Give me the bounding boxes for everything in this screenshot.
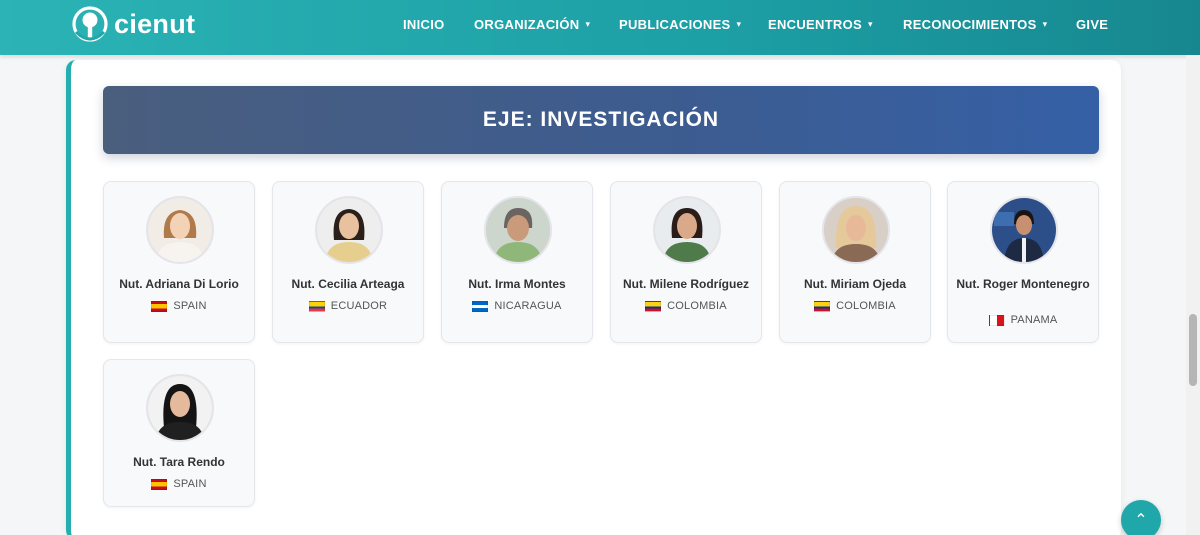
section-title: EJE: INVESTIGACIÓN [482,108,720,131]
nav-item-encuentros[interactable]: ENCUENTROS ▾ [768,17,873,32]
person-photo-icon [148,376,212,440]
nav-item-inicio[interactable]: INICIO [403,17,445,32]
member-name: Nut. Roger Montenegro [956,277,1090,291]
member-name: Nut. Milene Rodríguez [623,277,749,291]
scrollbar-thumb[interactable] [1189,314,1197,386]
member-name: Nut. Adriana Di Lorio [119,277,239,291]
member-card[interactable]: Nut. Miriam Ojeda COLOMBIA [779,181,931,343]
chevron-down-icon: ▾ [868,19,873,29]
chevron-down-icon: ▾ [585,19,591,29]
member-country: ECUADOR [273,300,423,312]
member-card[interactable]: Nut. Adriana Di Lorio SPAIN [103,181,255,343]
member-name: Nut. Tara Rendo [133,455,225,469]
section-banner: EJE: INVESTIGACIÓN [103,86,1099,154]
person-photo-icon [992,198,1056,262]
member-name: Nut. Cecilia Arteaga [291,277,405,291]
person-photo-icon [486,198,550,262]
spain-flag-icon [151,478,168,490]
person-photo-icon [824,198,888,262]
nav-menu: INICIO ORGANIZACIÓN ▾ PUBLICACIONES ▾ EN… [0,0,1200,48]
member-country: SPAIN [104,478,254,490]
chevron-down-icon: ▾ [1042,19,1048,29]
avatar [146,196,214,264]
member-country: PANAMA [948,314,1098,326]
member-card[interactable]: Nut. Roger Montenegro PANAMA [947,181,1099,343]
avatar [990,196,1058,264]
colombia-flag-icon [814,300,831,312]
panama-flag-icon [988,314,1005,326]
nav-item-reconocimientos[interactable]: RECONOCIMIENTOS ▾ [903,17,1047,32]
spain-flag-icon [151,300,168,312]
person-photo-icon [148,198,212,262]
scrollbar-track[interactable] [1186,55,1200,535]
nav-item-publicaciones[interactable]: PUBLICACIONES ▾ [619,17,741,32]
chevron-up-icon: ⌃ [1134,512,1148,529]
person-photo-icon [655,198,719,262]
back-to-top-button[interactable]: ⌃ [1121,500,1161,535]
member-country: SPAIN [104,300,254,312]
avatar [822,196,890,264]
member-card[interactable]: Nut. Irma Montes NICARAGUA [441,181,593,343]
member-country: COLOMBIA [780,300,930,312]
nav-item-give[interactable]: GIVE [1076,17,1108,32]
chevron-down-icon: ▾ [736,19,742,29]
avatar [484,196,552,264]
member-name: Nut. Miriam Ojeda [803,277,907,291]
avatar [653,196,721,264]
member-card[interactable]: Nut. Tara Rendo SPAIN [103,359,255,507]
person-photo-icon [317,198,381,262]
member-country: NICARAGUA [442,300,592,312]
avatar [146,374,214,442]
nav-item-organizacion[interactable]: ORGANIZACIÓN ▾ [474,17,590,32]
member-country: COLOMBIA [611,300,761,312]
nicaragua-flag-icon [472,300,489,312]
member-card[interactable]: Nut. Milene Rodríguez COLOMBIA [610,181,762,343]
member-card[interactable]: Nut. Cecilia Arteaga ECUADOR [272,181,424,343]
member-name: Nut. Irma Montes [468,277,566,291]
avatar [315,196,383,264]
section-card: EJE: INVESTIGACIÓN Nut. Adriana Di Lorio… [66,60,1121,535]
ecuador-flag-icon [308,300,325,312]
colombia-flag-icon [645,300,662,312]
top-navbar: cienut INICIO ORGANIZACIÓN ▾ PUBLICACION… [0,0,1200,55]
